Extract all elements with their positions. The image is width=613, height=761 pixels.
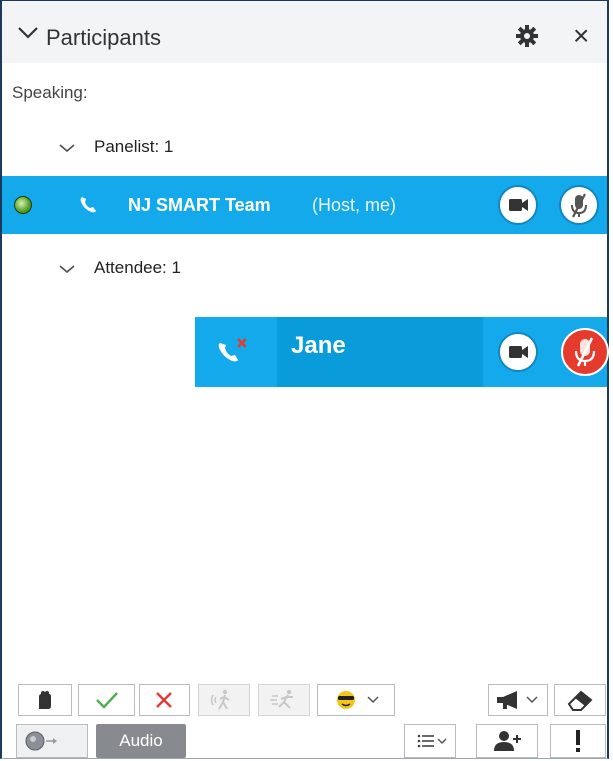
participant-row-host[interactable]: NJ SMART Team (Host, me) (2, 176, 607, 234)
participants-panel: Participants × Speaking: Panelist: 1 NJ … (0, 0, 609, 759)
announce-button[interactable] (488, 684, 548, 716)
status-toggle-icon (25, 731, 57, 751)
participant-row-jane[interactable]: Jane (195, 317, 609, 387)
faster-icon (270, 689, 293, 709)
x-icon (156, 692, 172, 708)
check-icon (96, 692, 118, 709)
video-icon (509, 346, 528, 358)
panelist-group[interactable]: Panelist: 1 (58, 137, 173, 157)
invite-button[interactable] (476, 724, 538, 758)
chevron-down-icon[interactable] (16, 21, 40, 43)
status-toggle-button[interactable] (16, 724, 88, 758)
speaking-label: Speaking: (12, 83, 88, 102)
mic-muted-icon (574, 337, 596, 367)
emoji-icon (337, 691, 379, 709)
add-user-icon (494, 731, 521, 751)
yes-button[interactable] (78, 684, 135, 716)
mute-button[interactable] (559, 185, 599, 225)
slower-icon (210, 689, 230, 710)
participant-name: Jane (291, 332, 346, 359)
participant-name: NJ SMART Team (128, 195, 271, 215)
mic-muted-icon (571, 193, 587, 218)
chevron-down-icon (59, 143, 75, 152)
panel-title: Participants (46, 25, 161, 50)
list-icon (417, 734, 447, 748)
no-button[interactable] (139, 684, 190, 716)
list-options-button[interactable] (404, 724, 456, 758)
audio-button[interactable]: Audio (96, 724, 186, 758)
emoji-button[interactable] (317, 684, 395, 716)
participant-role: (Host, me) (312, 195, 397, 215)
phone-disconnected-icon (218, 338, 246, 362)
panelist-group-label: Panelist: 1 (94, 137, 174, 156)
go-slower-button[interactable] (198, 684, 250, 716)
exclamation-icon (576, 730, 580, 752)
video-button[interactable] (498, 332, 538, 372)
attendee-group-label: Attendee: 1 (94, 258, 181, 277)
video-icon (509, 199, 528, 211)
eraser-icon (567, 690, 593, 711)
video-button[interactable] (498, 185, 538, 225)
participants-header: Participants × (2, 1, 607, 63)
gear-icon[interactable] (516, 25, 538, 47)
clear-button[interactable] (554, 684, 606, 716)
mute-button[interactable] (561, 328, 609, 376)
expel-button[interactable] (550, 724, 606, 758)
phone-icon (80, 197, 96, 213)
close-icon[interactable]: × (573, 22, 589, 50)
raise-hand-button[interactable] (18, 684, 72, 716)
chevron-down-icon (59, 264, 75, 273)
go-faster-button[interactable] (258, 684, 310, 716)
attendee-group[interactable]: Attendee: 1 (58, 258, 181, 278)
status-dot-icon (14, 196, 32, 214)
raise-hand-icon (39, 691, 51, 709)
megaphone-icon (497, 691, 538, 709)
